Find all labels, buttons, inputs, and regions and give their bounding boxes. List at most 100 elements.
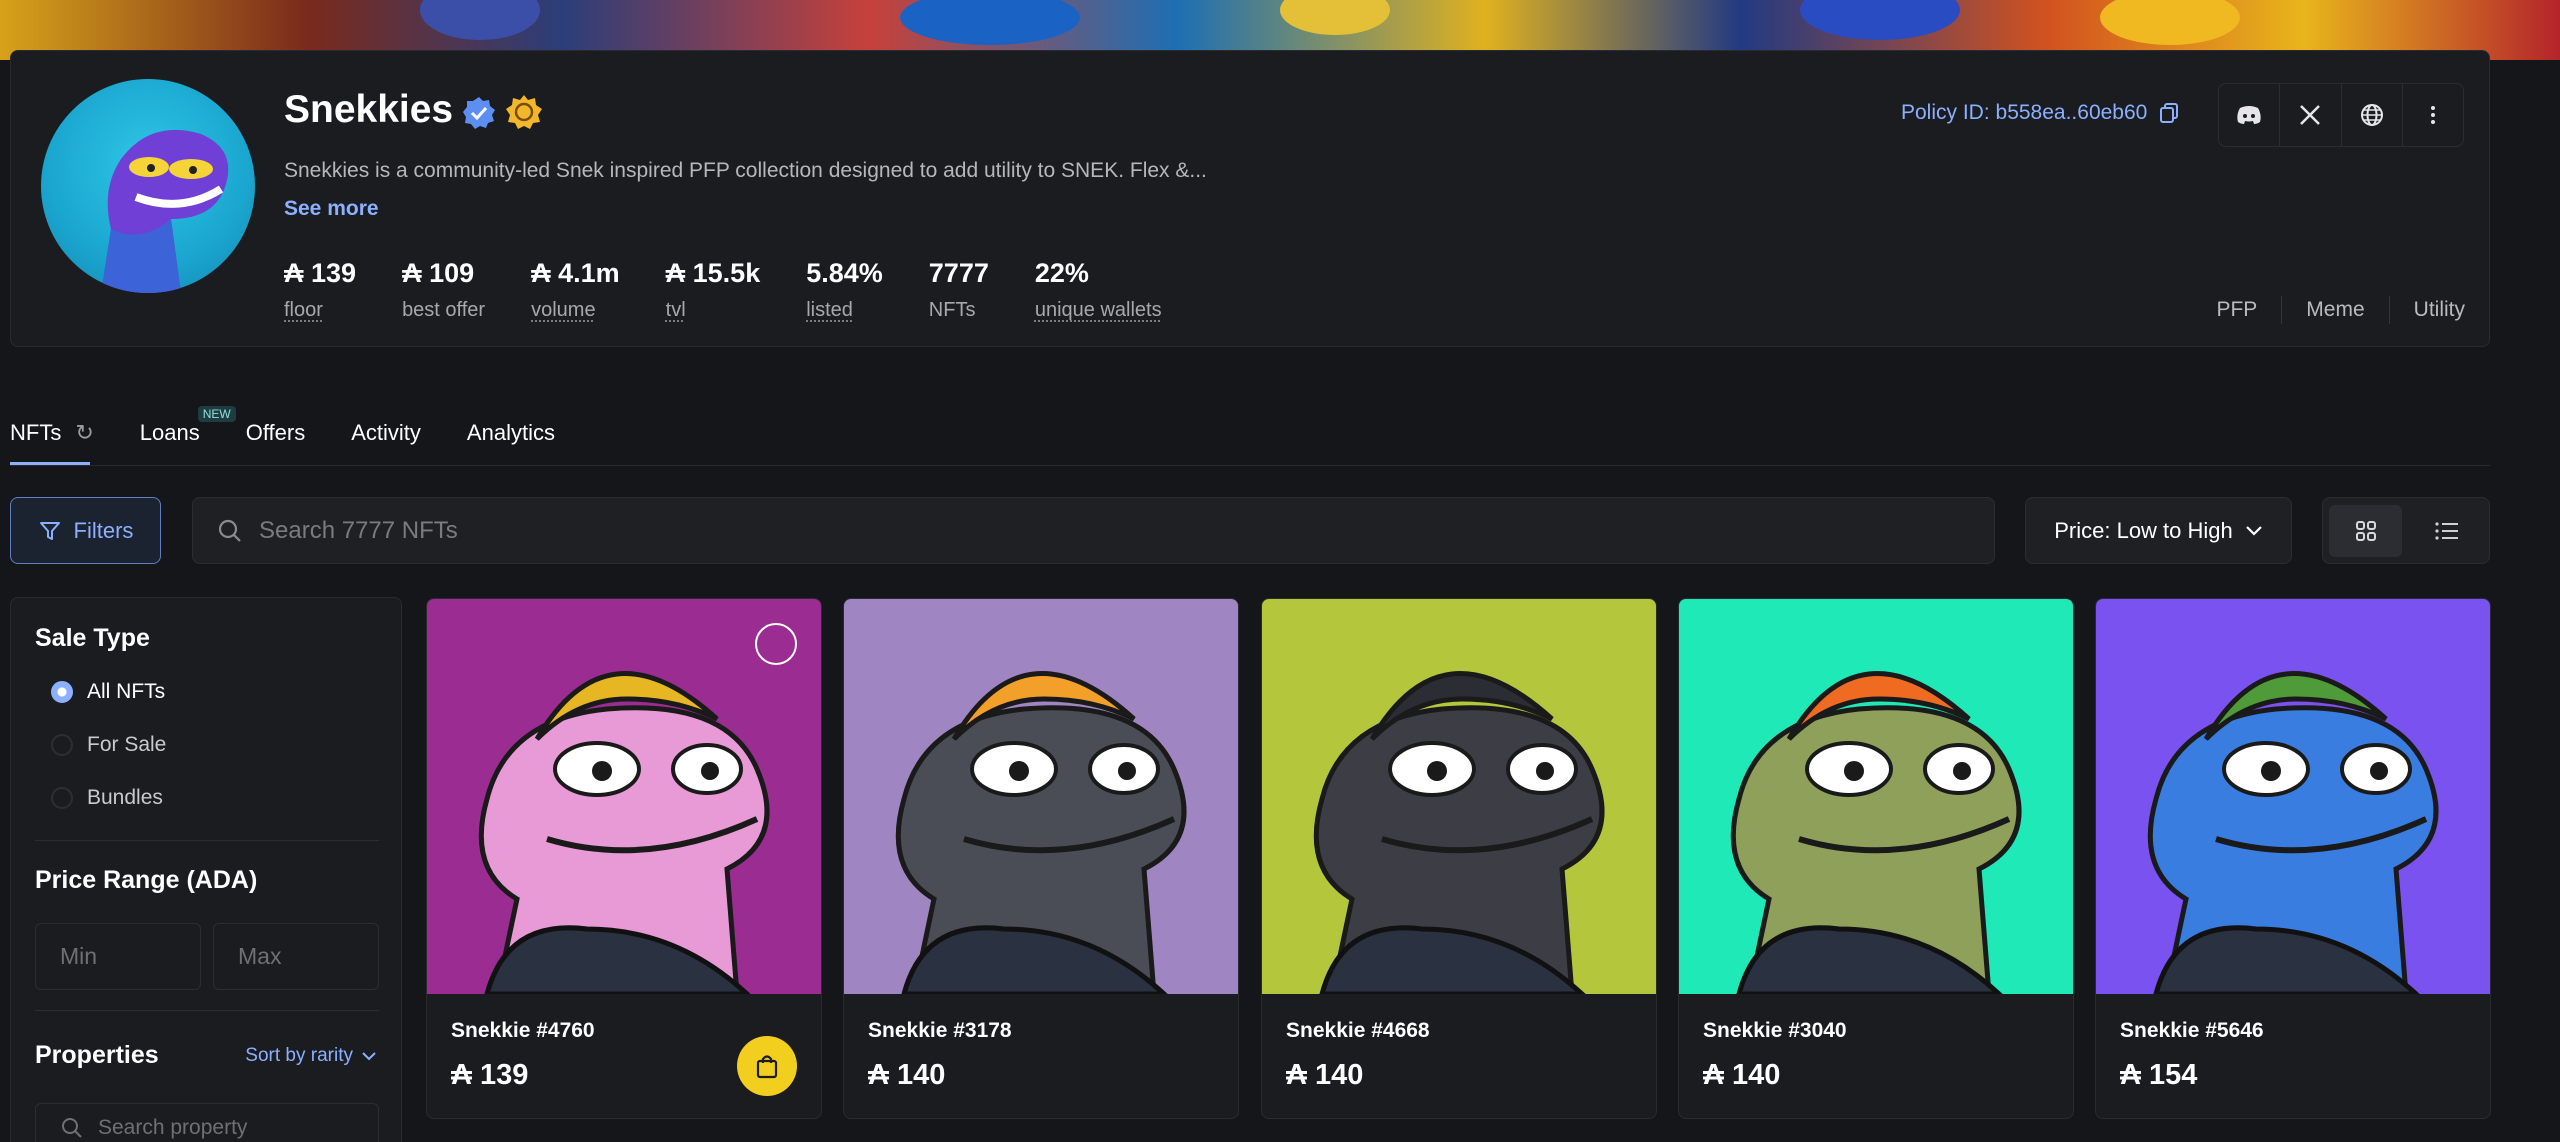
stat-value: 7777	[928, 258, 989, 288]
radio-for-sale[interactable]: For Sale	[51, 733, 166, 757]
collection-title: Snekkies	[284, 88, 454, 131]
nft-card[interactable]: Snekkie #3178 ₳ 140	[843, 598, 1239, 1119]
nft-name: Snekkie #4668	[1286, 1019, 1430, 1042]
tab-activity[interactable]: Activity	[351, 420, 421, 446]
radio-bundles[interactable]: Bundles	[51, 786, 163, 810]
tag-meme[interactable]: Meme	[2281, 296, 2388, 324]
x-twitter-button[interactable]	[2280, 84, 2342, 146]
search-icon	[62, 1118, 82, 1138]
grid-view-button[interactable]	[2329, 504, 2402, 557]
stat-label[interactable]: tvl	[666, 299, 761, 322]
stat-label[interactable]: floor	[284, 299, 356, 322]
website-button[interactable]	[2342, 84, 2403, 146]
search-input[interactable]	[259, 516, 1859, 545]
sort-rarity-label: Sort by rarity	[245, 1045, 353, 1066]
chevron-down-icon	[362, 1052, 376, 1061]
tabs-divider	[10, 465, 2490, 466]
x-icon	[2300, 105, 2321, 125]
nft-name: Snekkie #4760	[451, 1019, 595, 1042]
stat-tvl: ₳ 15.5k tvl	[666, 258, 761, 322]
grid-icon	[2355, 520, 2376, 541]
nft-image	[1679, 599, 2073, 994]
filter-icon	[39, 521, 60, 540]
list-view-button[interactable]	[2410, 505, 2483, 557]
stat-value: ₳ 139	[284, 258, 357, 288]
nft-name: Snekkie #3040	[1703, 1019, 1847, 1042]
stat-unique-wallets: 22% unique wallets	[1035, 258, 1162, 322]
collection-header: Snekkies Snekkies is a community-led Sne…	[10, 50, 2490, 347]
refresh-icon[interactable]: ↻	[75, 420, 93, 446]
select-checkbox[interactable]	[755, 623, 797, 665]
stat-floor: ₳ 139 floor	[284, 258, 356, 322]
collection-description: Snekkies is a community-led Snek inspire…	[284, 159, 1207, 182]
social-links	[2218, 83, 2464, 147]
policy-id-text: Policy ID: b558ea..60eb60	[1901, 101, 2148, 124]
tab-offers[interactable]: Offers	[246, 420, 306, 446]
stat-value: ₳ 15.5k	[665, 258, 761, 288]
sort-label: Price: Low to High	[2054, 517, 2233, 543]
stat-label[interactable]: unique wallets	[1035, 299, 1162, 322]
filters-sidebar: Sale Type All NFTs For Sale Bundles Pric…	[10, 597, 402, 1142]
collection-tabs: NFTs ↻ Loans NEW Offers Activity Analyti…	[10, 406, 601, 446]
nft-name: Snekkie #5646	[2120, 1019, 2264, 1042]
properties-title: Properties	[35, 1041, 159, 1069]
nft-price: ₳ 154	[2120, 1059, 2198, 1091]
stat-value: ₳ 4.1m	[531, 258, 620, 288]
nft-card[interactable]: Snekkie #5646 ₳ 154	[2095, 598, 2491, 1119]
radio-label: All NFTs	[87, 680, 166, 703]
filters-button[interactable]: Filters	[10, 497, 161, 564]
tab-loans[interactable]: Loans NEW	[139, 406, 236, 446]
stat-listed: 5.84% listed	[806, 258, 883, 322]
stat-value: ₳ 109	[402, 258, 475, 288]
stat-best-offer: ₳ 109 best offer	[402, 258, 485, 322]
radio-dot	[51, 681, 73, 703]
copy-icon[interactable]	[2157, 101, 2181, 125]
more-options-button[interactable]	[2403, 84, 2463, 146]
tag-utility[interactable]: Utility	[2388, 296, 2489, 324]
radio-dot	[51, 787, 73, 809]
nft-card[interactable]: Snekkie #3040 ₳ 140	[1678, 598, 2074, 1119]
tab-nfts[interactable]: NFTs ↻	[10, 420, 94, 446]
nft-card[interactable]: Snekkie #4760 ₳ 139	[426, 598, 822, 1119]
tag-pfp[interactable]: PFP	[2192, 296, 2281, 324]
active-tab-indicator	[10, 462, 90, 465]
nft-price: ₳ 140	[1703, 1059, 1781, 1091]
nft-image	[844, 599, 1238, 994]
tab-analytics[interactable]: Analytics	[467, 420, 555, 446]
tab-label: Activity	[351, 420, 421, 445]
nft-name: Snekkie #3178	[868, 1019, 1012, 1042]
sidebar-divider	[35, 1010, 379, 1011]
nft-price: ₳ 140	[1286, 1059, 1364, 1091]
discord-button[interactable]	[2219, 84, 2281, 146]
globe-icon	[2360, 104, 2383, 126]
property-search[interactable]: Search property	[35, 1103, 379, 1142]
buy-button[interactable]	[737, 1036, 797, 1096]
chevron-down-icon	[2245, 525, 2262, 536]
nft-price: ₳ 140	[868, 1059, 946, 1091]
tab-label: NFTs	[10, 420, 62, 445]
verified-icon	[463, 97, 495, 129]
nft-image	[1262, 599, 1656, 994]
radio-label: Bundles	[87, 786, 163, 809]
policy-id[interactable]: Policy ID: b558ea..60eb60	[1901, 101, 2181, 125]
tab-label: Analytics	[466, 420, 555, 445]
shopping-bag-icon	[756, 1055, 778, 1079]
tab-label: Loans	[139, 420, 200, 445]
radio-all-nfts[interactable]: All NFTs	[51, 680, 165, 704]
view-toggle	[2322, 497, 2490, 564]
see-more-link[interactable]: See more	[284, 197, 379, 221]
filters-label: Filters	[73, 517, 134, 543]
sale-type-title: Sale Type	[35, 624, 150, 652]
stat-label[interactable]: volume	[531, 299, 620, 322]
list-icon	[2434, 521, 2458, 540]
stat-label[interactable]: listed	[806, 299, 883, 322]
price-range-title: Price Range (ADA)	[35, 866, 258, 894]
sort-dropdown[interactable]: Price: Low to High	[2025, 497, 2292, 564]
stat-value: 22%	[1034, 258, 1089, 288]
max-price-input[interactable]	[213, 923, 379, 990]
stat-volume: ₳ 4.1m volume	[531, 258, 620, 322]
stat-label: best offer	[402, 299, 486, 321]
sort-by-rarity-dropdown[interactable]: Sort by rarity	[245, 1045, 377, 1067]
min-price-input[interactable]	[35, 923, 201, 990]
nft-card[interactable]: Snekkie #4668 ₳ 140	[1261, 598, 1657, 1119]
